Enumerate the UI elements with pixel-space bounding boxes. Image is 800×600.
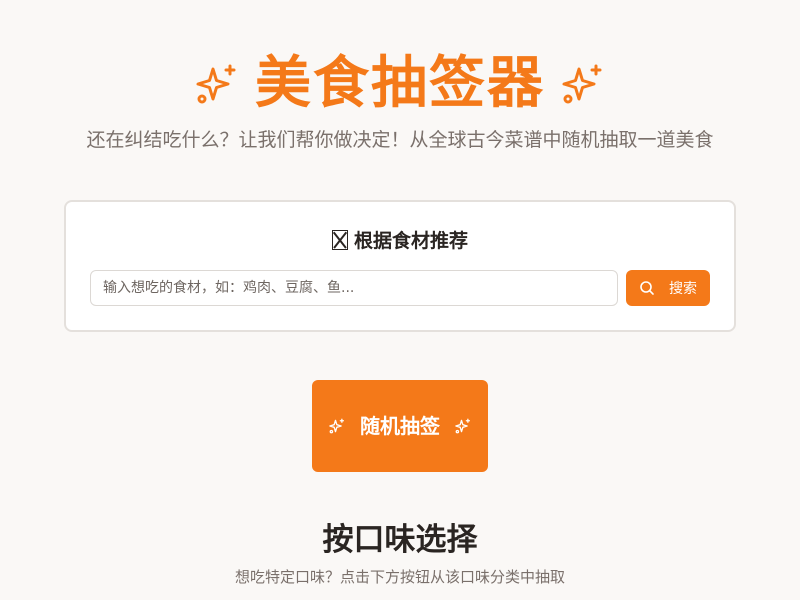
ingredient-search-heading: 根据食材推荐 [66,228,734,254]
search-button[interactable]: 搜索 [626,270,710,306]
ingredient-search-input[interactable] [90,270,618,306]
flavor-section-subtitle: 想吃特定口味？点击下方按钮从该口味分类中抽取 [234,568,565,586]
sparkles-icon [559,60,607,108]
sparkles-icon [193,60,241,108]
random-draw-button[interactable]: 随机抽签 [312,380,488,472]
missing-glyph-icon [331,230,348,250]
sparkles-icon [328,417,346,435]
page-subtitle: 还在纠结吃什么？让我们帮你做决定！从全球古今菜谱中随机抽取一道美食 [86,129,714,151]
search-icon [639,280,655,296]
ingredient-search-card: 根据食材推荐 搜索 [64,200,736,332]
page-header: 美食抽签器 还在纠结吃什么？让我们帮你做决定！从全球古今菜谱中随机抽取一道美食 [0,48,800,154]
sparkles-icon [454,417,472,435]
title-row: 美食抽签器 [0,48,800,120]
flavor-section-title: 按口味选择 [322,522,478,558]
search-button-label: 搜索 [669,281,697,297]
page-title: 美食抽签器 [255,51,545,116]
ingredient-search-title: 根据食材推荐 [353,230,468,252]
random-draw-label: 随机抽签 [360,414,440,438]
flavor-section: 按口味选择 想吃特定口味？点击下方按钮从该口味分类中抽取 [0,518,800,588]
